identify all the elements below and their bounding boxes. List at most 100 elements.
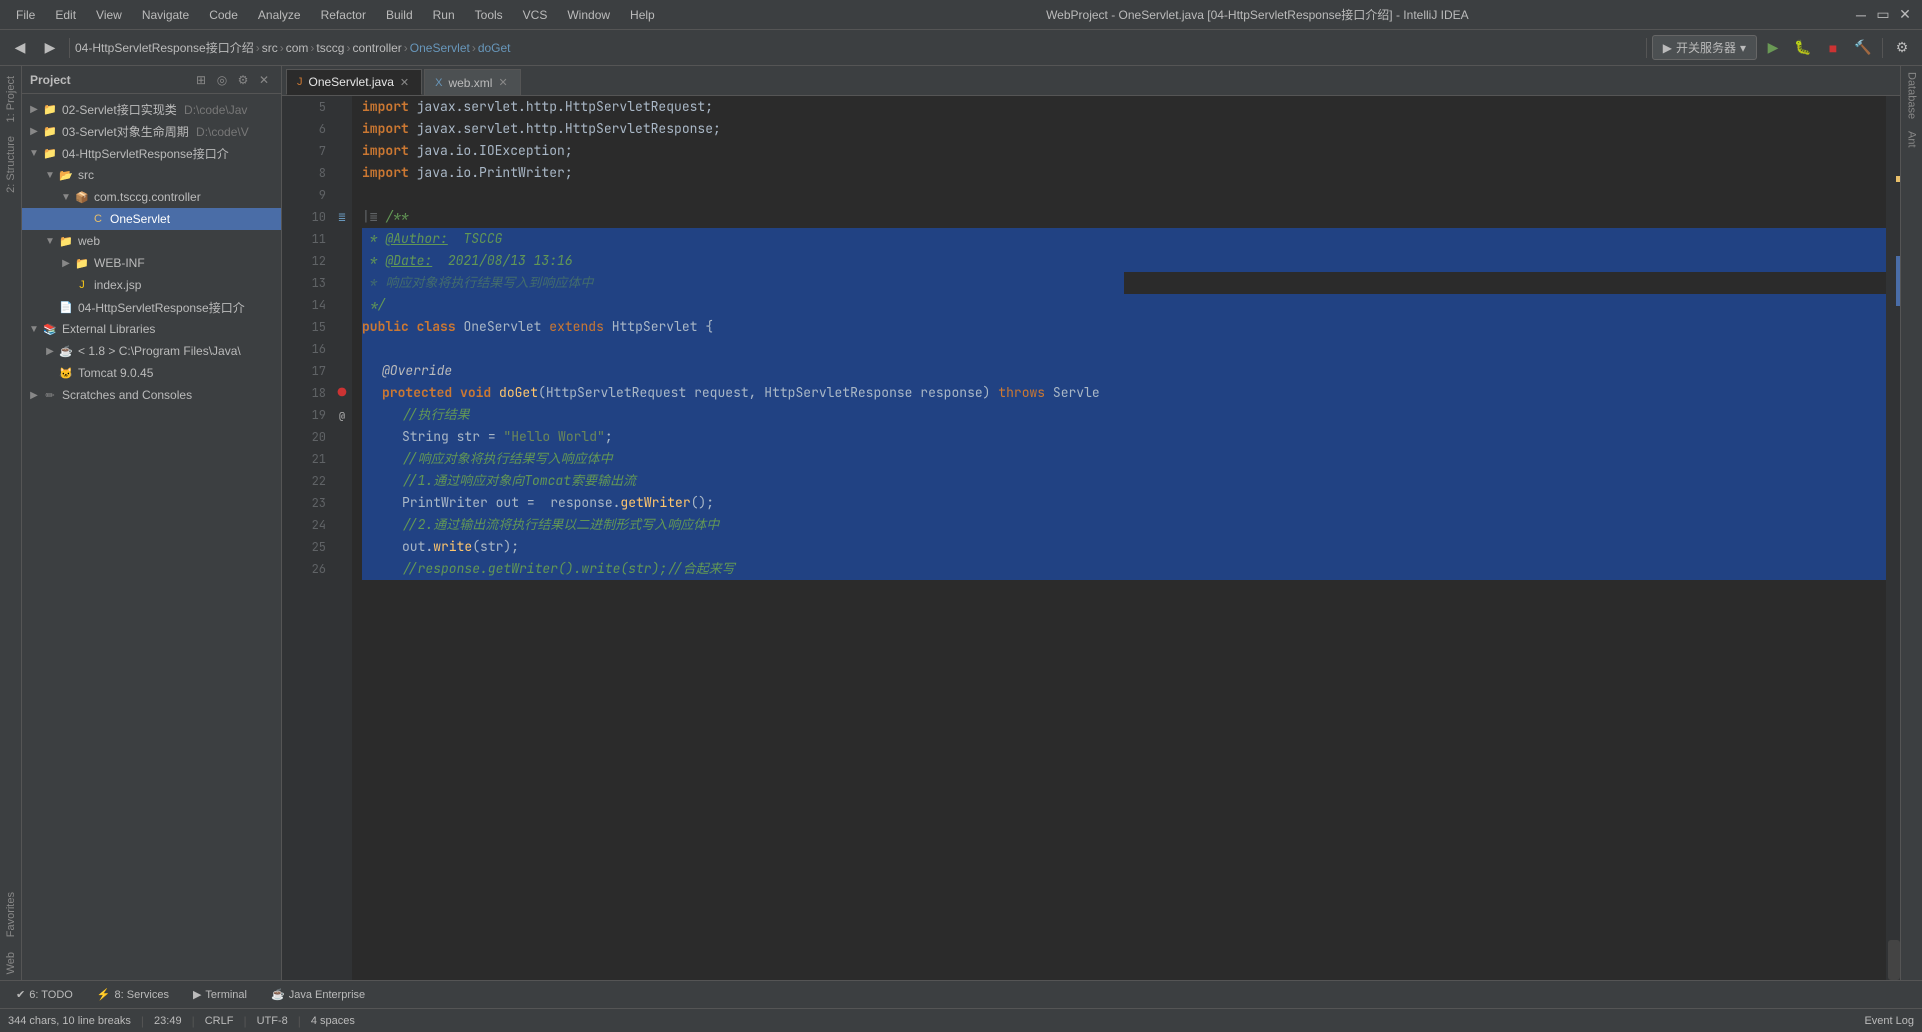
tree-item-indexjsp[interactable]: J index.jsp	[22, 274, 281, 296]
status-chars[interactable]: 344 chars, 10 line breaks	[8, 1015, 131, 1027]
gear-icon[interactable]: ⚙	[234, 71, 252, 89]
status-indent[interactable]: 4 spaces	[311, 1015, 355, 1027]
menu-run[interactable]: Run	[425, 6, 463, 24]
title-bar-left: File Edit View Navigate Code Analyze Ref…	[8, 6, 663, 24]
project-tree: ▶ 📁 02-Servlet接口实现类 D:\code\Jav ▶ 📁 03-S…	[22, 94, 281, 980]
breadcrumb-tsccg[interactable]: tsccg	[316, 41, 344, 55]
breadcrumb-project[interactable]: 04-HttpServletResponse接口介绍	[75, 39, 254, 56]
breadcrumb-com[interactable]: com	[286, 41, 309, 55]
file-icon: 📄	[58, 299, 74, 315]
menu-refactor[interactable]: Refactor	[313, 6, 374, 24]
tree-item-oneservlet[interactable]: C OneServlet	[22, 208, 281, 230]
tab-close-icon[interactable]: ✕	[498, 76, 507, 89]
maximize-button[interactable]: ▭	[1874, 6, 1892, 24]
gutter-18[interactable]: ●	[338, 382, 346, 404]
tree-label: OneServlet	[110, 212, 170, 226]
panel-actions: ⊞ ◎ ⚙ ✕	[192, 71, 273, 89]
tree-item-02servlet[interactable]: ▶ 📁 02-Servlet接口实现类 D:\code\Jav	[22, 98, 281, 120]
breadcrumb-src[interactable]: src	[262, 41, 278, 55]
menu-view[interactable]: View	[88, 6, 130, 24]
menu-file[interactable]: File	[8, 6, 43, 24]
bottom-tab-todo[interactable]: ✔ 6: TODO	[6, 985, 83, 1004]
status-encoding[interactable]: UTF-8	[257, 1015, 288, 1027]
tree-item-04file[interactable]: 📄 04-HttpServletResponse接口介	[22, 296, 281, 318]
code-line-15: public class OneServlet extends HttpServ…	[362, 316, 1886, 338]
terminal-icon: ▶	[193, 988, 201, 1001]
right-markers[interactable]	[1886, 96, 1900, 980]
code-line-19: //执行结果	[362, 404, 1886, 426]
menu-edit[interactable]: Edit	[47, 6, 84, 24]
server-toggle-button[interactable]: ▶ 开关服务器 ▾	[1652, 35, 1757, 60]
line-num-17: 17	[282, 360, 326, 382]
strip-tab-web[interactable]: Web	[3, 946, 19, 980]
tree-item-03servlet[interactable]: ▶ 📁 03-Servlet对象生命周期 D:\code\V	[22, 120, 281, 142]
bottom-tab-services[interactable]: ⚡ 8: Services	[87, 985, 179, 1004]
tree-item-scratches[interactable]: ▶ ✏ Scratches and Consoles	[22, 384, 281, 406]
tree-item-04http[interactable]: ▼ 📁 04-HttpServletResponse接口介	[22, 142, 281, 164]
code-line-11: * @Author: TSCCG	[362, 228, 1886, 250]
strip-tab-favorites[interactable]: Favorites	[3, 886, 19, 943]
menu-vcs[interactable]: VCS	[515, 6, 556, 24]
server-btn-label: 开关服务器	[1676, 39, 1736, 56]
line-num-25: 25	[282, 536, 326, 558]
tree-item-src[interactable]: ▼ 📂 src	[22, 164, 281, 186]
code-content[interactable]: import javax.servlet.http.HttpServletReq…	[352, 96, 1886, 980]
line-num-22: 22	[282, 470, 326, 492]
tree-expand-icon	[58, 277, 74, 293]
tab-oneservlet[interactable]: J OneServlet.java ✕	[286, 69, 422, 95]
tab-webxml[interactable]: X web.xml ✕	[424, 69, 521, 95]
back-button[interactable]: ◀	[6, 34, 34, 62]
tree-item-external[interactable]: ▼ 📚 External Libraries	[22, 318, 281, 340]
settings-button[interactable]: ⚙	[1888, 34, 1916, 62]
stop-button[interactable]: ■	[1819, 34, 1847, 62]
server-dropdown-icon: ▾	[1740, 41, 1746, 55]
strip-tab-database[interactable]: Database	[1904, 66, 1920, 125]
bottom-tab-terminal[interactable]: ▶ Terminal	[183, 985, 257, 1004]
menu-navigate[interactable]: Navigate	[134, 6, 197, 24]
tree-item-jdk[interactable]: ▶ ☕ < 1.8 > C:\Program Files\Java\	[22, 340, 281, 362]
strip-tab-ant[interactable]: Ant	[1904, 125, 1920, 154]
menu-window[interactable]: Window	[559, 6, 618, 24]
bottom-tab-java-enterprise[interactable]: ☕ Java Enterprise	[261, 985, 375, 1004]
tree-item-tomcat[interactable]: 🐱 Tomcat 9.0.45	[22, 362, 281, 384]
tab-close-icon[interactable]: ✕	[400, 76, 409, 89]
close-panel-icon[interactable]: ✕	[255, 71, 273, 89]
line-num-14: 14	[282, 294, 326, 316]
tree-label: < 1.8 > C:\Program Files\Java\	[78, 344, 241, 358]
breadcrumb-controller[interactable]: controller	[352, 41, 401, 55]
line-num-18: 18	[282, 382, 326, 404]
strip-tab-project[interactable]: 1: Project	[3, 70, 19, 128]
tree-label: Scratches and Consoles	[62, 388, 192, 402]
status-line-ending[interactable]: CRLF	[205, 1015, 234, 1027]
collapse-all-icon[interactable]: ⊞	[192, 71, 210, 89]
close-button[interactable]: ✕	[1896, 6, 1914, 24]
code-line-8: import java.io.PrintWriter;	[362, 162, 1886, 184]
menu-code[interactable]: Code	[201, 6, 246, 24]
strip-tab-structure[interactable]: 2: Structure	[3, 130, 19, 199]
tree-item-webinf[interactable]: ▶ 📁 WEB-INF	[22, 252, 281, 274]
breadcrumb-method[interactable]: doGet	[478, 41, 511, 55]
run-button[interactable]: ▶	[1759, 34, 1787, 62]
code-editor[interactable]: 5 6 7 8 9 10 11 12 13 14 15 16 17 18 19 …	[282, 96, 1900, 980]
menu-tools[interactable]: Tools	[467, 6, 511, 24]
tree-label: 02-Servlet接口实现类 D:\code\Jav	[62, 101, 247, 118]
build-button[interactable]: 🔨	[1849, 34, 1877, 62]
forward-button[interactable]: ▶	[36, 34, 64, 62]
menu-help[interactable]: Help	[622, 6, 663, 24]
status-position[interactable]: 23:49	[154, 1015, 182, 1027]
breadcrumb-class[interactable]: OneServlet	[410, 41, 470, 55]
minimize-button[interactable]: ─	[1852, 6, 1870, 24]
tree-label: src	[78, 168, 94, 182]
src-folder-icon: 📂	[58, 167, 74, 183]
tree-item-package[interactable]: ▼ 📦 com.tsccg.controller	[22, 186, 281, 208]
tree-item-web[interactable]: ▼ 📁 web	[22, 230, 281, 252]
menu-build[interactable]: Build	[378, 6, 421, 24]
tree-label: WEB-INF	[94, 256, 145, 270]
gutter-10[interactable]: ≣	[338, 206, 345, 228]
status-event-log[interactable]: Event Log	[1864, 1015, 1914, 1027]
tree-expand-icon: ▼	[42, 233, 58, 249]
debug-button[interactable]: 🐛	[1789, 34, 1817, 62]
locate-icon[interactable]: ◎	[213, 71, 231, 89]
menu-analyze[interactable]: Analyze	[250, 6, 309, 24]
tree-expand-icon: ▶	[26, 387, 42, 403]
